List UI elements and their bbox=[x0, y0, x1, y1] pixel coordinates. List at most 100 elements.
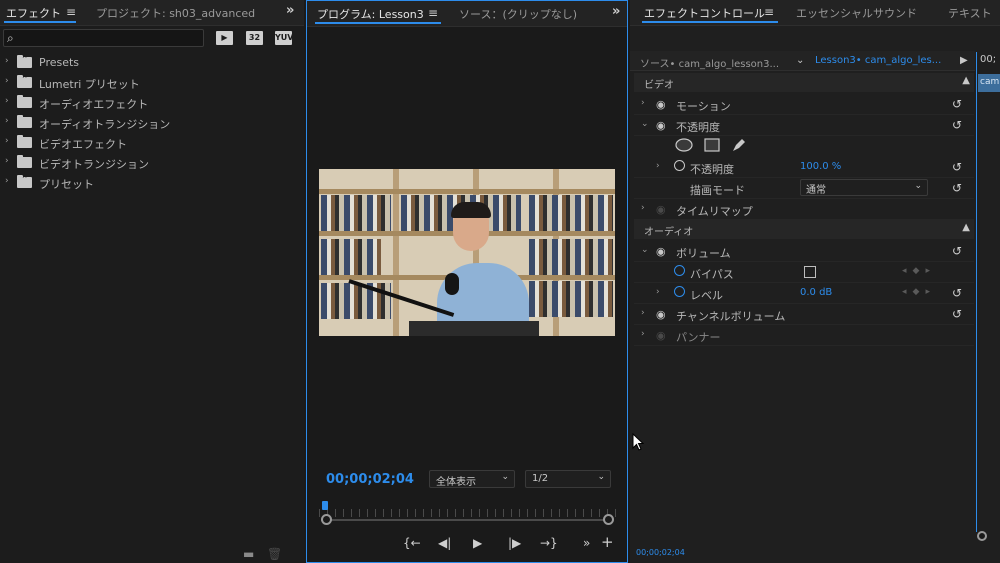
expand-arrow-icon[interactable]: › bbox=[641, 98, 645, 108]
collapse-up-icon[interactable]: ▲ bbox=[962, 75, 970, 86]
keyframe-nav-icon[interactable]: ◂◆▸ bbox=[902, 287, 936, 297]
bypass-checkbox[interactable] bbox=[804, 266, 816, 278]
tab-essential-sound[interactable]: エッセンシャルサウンド bbox=[796, 5, 917, 21]
expand-arrow-icon[interactable]: › bbox=[641, 308, 645, 318]
expand-arrow-icon[interactable]: › bbox=[5, 56, 9, 66]
collapse-up-icon[interactable]: ▲ bbox=[962, 222, 970, 233]
tab-program[interactable]: プログラム: Lesson3 bbox=[317, 6, 424, 22]
tree-item-presets[interactable]: › Presets bbox=[0, 51, 300, 73]
accelerated-effects-filter-icon[interactable]: ▶ bbox=[216, 31, 233, 45]
collapse-arrow-icon[interactable]: ⌄ bbox=[641, 245, 649, 255]
program-timecode[interactable]: 00;00;02;04 bbox=[326, 472, 414, 487]
zoom-handle[interactable] bbox=[977, 531, 987, 541]
32bit-filter-button[interactable]: 32 bbox=[246, 31, 263, 45]
eye-icon[interactable]: ◉ bbox=[656, 119, 666, 132]
tree-item-lumetri-presets[interactable]: › Lumetri プリセット bbox=[0, 71, 300, 93]
ellipse-mask-icon[interactable] bbox=[674, 137, 694, 153]
stopwatch-icon[interactable] bbox=[674, 286, 685, 297]
time-ruler[interactable] bbox=[319, 509, 616, 517]
tab-text[interactable]: テキスト bbox=[948, 5, 992, 21]
go-to-out-icon[interactable]: →} bbox=[540, 536, 558, 550]
eye-icon[interactable]: ◉ bbox=[656, 245, 666, 258]
expand-arrow-icon[interactable]: › bbox=[641, 203, 645, 213]
pen-mask-icon[interactable] bbox=[730, 137, 748, 153]
effect-row-bypass[interactable]: バイパス ◂◆▸ bbox=[634, 262, 974, 283]
chevron-down-icon[interactable]: ⌄ bbox=[796, 55, 804, 66]
reset-icon[interactable]: ↺ bbox=[952, 97, 962, 111]
effect-row-motion[interactable]: › ◉ モーション ↺ bbox=[634, 94, 974, 115]
expand-arrow-icon[interactable]: › bbox=[5, 76, 9, 86]
yuv-filter-button[interactable]: YUV bbox=[275, 31, 293, 45]
level-value[interactable]: 0.0 dB bbox=[800, 287, 832, 298]
effect-row-time-remap[interactable]: › ◉ タイムリマップ bbox=[634, 199, 974, 220]
program-video-frame[interactable] bbox=[319, 169, 615, 336]
expand-arrow-icon[interactable]: › bbox=[656, 287, 660, 297]
tab-source[interactable]: ソース：(クリップなし) bbox=[459, 6, 577, 22]
tab-effect-controls[interactable]: エフェクトコントロール bbox=[644, 5, 765, 21]
go-to-in-icon[interactable]: {← bbox=[403, 536, 421, 550]
resolution-select[interactable]: 1/2 ⌄ bbox=[525, 470, 611, 488]
panel-menu-icon[interactable]: ≡ bbox=[428, 6, 438, 20]
tree-item-video-transitions[interactable]: › ビデオトランジション bbox=[0, 153, 300, 173]
tab-project[interactable]: プロジェクト: sh03_advanced bbox=[96, 5, 255, 21]
expand-arrow-icon[interactable]: › bbox=[656, 161, 660, 171]
effect-row-blend-mode[interactable]: 描画モード 通常 ⌄ ↺ bbox=[634, 178, 974, 199]
effect-row-channel-volume[interactable]: › ◉ チャンネルボリューム ↺ bbox=[634, 304, 974, 325]
zoom-handle-left[interactable] bbox=[321, 514, 332, 525]
keyframe-nav-icon[interactable]: ◂◆▸ bbox=[902, 266, 936, 276]
overflow-tabs-icon[interactable]: » bbox=[286, 3, 294, 18]
collapse-arrow-icon[interactable]: ⌄ bbox=[641, 119, 649, 129]
reset-icon[interactable]: ↺ bbox=[952, 286, 962, 300]
step-forward-icon[interactable]: |▶ bbox=[508, 536, 521, 550]
mini-timeline-clip[interactable]: cam bbox=[978, 74, 1000, 92]
opacity-value[interactable]: 100.0 % bbox=[800, 161, 841, 172]
eye-icon[interactable]: ◉ bbox=[656, 329, 666, 342]
tree-item-audio-transitions[interactable]: › オーディオトランジション bbox=[0, 113, 300, 133]
effect-row-level[interactable]: › レベル 0.0 dB ◂◆▸ ↺ bbox=[634, 283, 974, 304]
stopwatch-icon[interactable] bbox=[674, 160, 685, 171]
eye-icon[interactable]: ◉ bbox=[656, 203, 666, 216]
reset-icon[interactable]: ↺ bbox=[952, 118, 962, 132]
zoom-select[interactable]: 全体表示 ⌄ bbox=[429, 470, 515, 488]
new-bin-icon[interactable]: ▬ bbox=[243, 547, 254, 561]
show-timeline-icon[interactable]: ▶ bbox=[960, 55, 968, 66]
effect-row-opacity-param[interactable]: › 不透明度 100.0 % ↺ bbox=[634, 157, 974, 178]
audio-section-header[interactable]: オーディオ ▲ bbox=[634, 220, 974, 239]
mini-timeline-playhead[interactable] bbox=[976, 52, 977, 532]
reset-icon[interactable]: ↺ bbox=[952, 307, 962, 321]
expand-arrow-icon[interactable]: › bbox=[5, 116, 9, 126]
panel-menu-icon[interactable]: ≡ bbox=[764, 5, 774, 19]
zoom-handle-right[interactable] bbox=[603, 514, 614, 525]
eye-icon[interactable]: ◉ bbox=[656, 308, 666, 321]
source-clip-label[interactable]: ソース• cam_algo_lesson3... bbox=[640, 55, 779, 70]
blend-mode-select[interactable]: 通常 ⌄ bbox=[800, 179, 928, 196]
button-editor-plus-icon[interactable]: + bbox=[601, 533, 614, 551]
tab-effects[interactable]: エフェクト bbox=[6, 5, 61, 21]
overflow-tabs-icon[interactable]: » bbox=[612, 4, 620, 19]
stopwatch-icon[interactable] bbox=[674, 265, 685, 276]
play-icon[interactable]: ▶ bbox=[473, 536, 482, 550]
step-back-icon[interactable]: ◀| bbox=[438, 536, 451, 550]
tree-item-audio-effects[interactable]: › オーディオエフェクト bbox=[0, 93, 300, 113]
expand-arrow-icon[interactable]: › bbox=[5, 156, 9, 166]
reset-icon[interactable]: ↺ bbox=[952, 244, 962, 258]
expand-arrow-icon[interactable]: › bbox=[5, 136, 9, 146]
effect-row-opacity[interactable]: ⌄ ◉ 不透明度 ↺ bbox=[634, 115, 974, 136]
reset-icon[interactable]: ↺ bbox=[952, 181, 962, 195]
sequence-clip-label[interactable]: Lesson3• cam_algo_les... bbox=[815, 55, 941, 66]
effect-row-panner[interactable]: › ◉ パンナー bbox=[634, 325, 974, 346]
zoom-scroll-bar[interactable] bbox=[321, 519, 612, 521]
effect-controls-timecode[interactable]: 00;00;02;04 bbox=[636, 548, 685, 557]
tree-item-user-presets[interactable]: › プリセット bbox=[0, 171, 300, 193]
more-buttons-icon[interactable]: » bbox=[583, 536, 590, 550]
expand-arrow-icon[interactable]: › bbox=[641, 329, 645, 339]
rectangle-mask-icon[interactable] bbox=[703, 137, 721, 153]
eye-icon[interactable]: ◉ bbox=[656, 98, 666, 111]
playhead[interactable] bbox=[321, 501, 328, 510]
video-section-header[interactable]: ビデオ ▲ bbox=[634, 73, 974, 92]
panel-menu-icon[interactable]: ≡ bbox=[66, 5, 76, 19]
effect-row-volume[interactable]: ⌄ ◉ ボリューム ↺ bbox=[634, 241, 974, 262]
expand-arrow-icon[interactable]: › bbox=[5, 96, 9, 106]
reset-icon[interactable]: ↺ bbox=[952, 160, 962, 174]
effects-search-input[interactable]: ⌕ bbox=[3, 29, 204, 47]
